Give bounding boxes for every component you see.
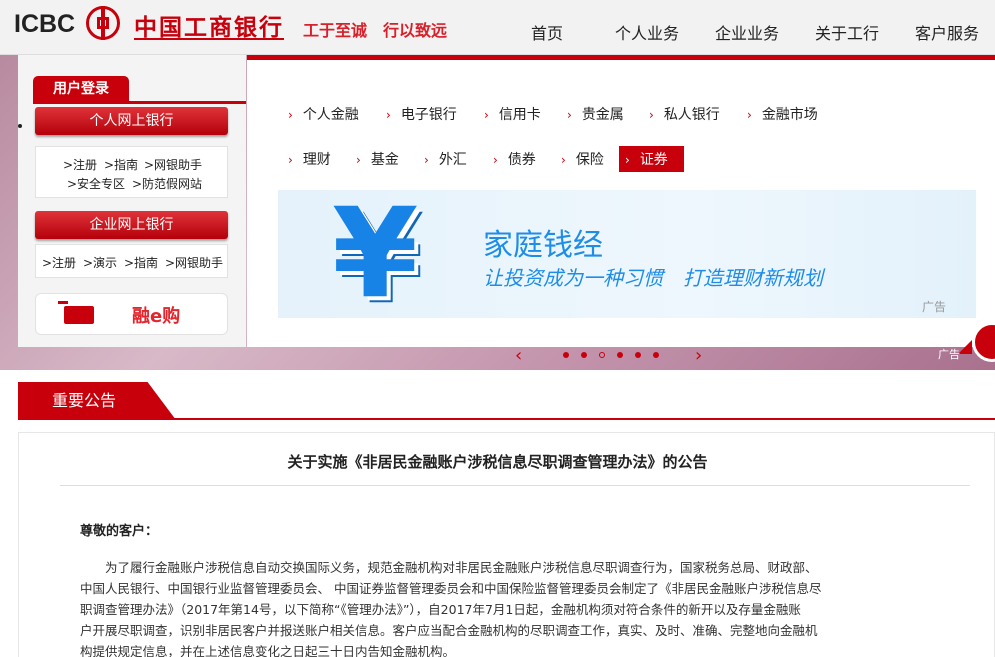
cart-wheel-icon: [68, 314, 73, 319]
personal-register-link[interactable]: >注册: [63, 156, 97, 173]
subnav-label: 外汇: [438, 152, 467, 168]
cart-wheel-icon: [86, 314, 91, 319]
chevron-right-icon: ›: [649, 108, 654, 122]
subnav-label: 电子银行: [400, 107, 457, 123]
notice-body-line: 户开展尽职调查，识别非居民客户并报送账户相关信息。客户应当配合金融机构的尽职调查…: [80, 623, 818, 638]
notice-divider: [60, 485, 970, 486]
chevron-right-icon: ›: [493, 153, 498, 167]
subnav-label: 证券: [639, 152, 668, 168]
subnav-label: 贵金属: [581, 107, 624, 123]
chevron-right-icon: ›: [561, 153, 566, 167]
anti-phishing-link[interactable]: >防范假网站: [132, 175, 202, 192]
chevron-right-icon: ›: [625, 153, 630, 167]
subnav-wealth-mgmt[interactable]: › 理财: [288, 149, 331, 169]
nav-about[interactable]: 关于工行: [815, 20, 879, 44]
carousel-dot[interactable]: [617, 352, 623, 358]
chevron-right-icon: ›: [386, 108, 391, 122]
subnav-label: 债券: [507, 152, 536, 168]
personal-links-box: >注册 >指南 >网银助手 >安全专区 >防范假网站: [35, 146, 228, 198]
chevron-right-icon: ›: [288, 153, 293, 167]
subnav-label: 信用卡: [498, 107, 541, 123]
personal-guide-link[interactable]: >指南: [104, 156, 138, 173]
security-zone-link[interactable]: >安全专区: [67, 175, 125, 192]
bullet-dot: [18, 124, 22, 128]
nav-corporate[interactable]: 企业业务: [715, 20, 779, 44]
notice-body-line: 为了履行金融账户涉税信息自动交换国际义务，规范金融机构对非居民金融账户涉税信息尽…: [80, 560, 818, 575]
subnav-financial-markets[interactable]: › 金融市场: [747, 104, 818, 124]
subnav-label: 基金: [370, 152, 399, 168]
carousel-dot[interactable]: [581, 352, 587, 358]
ebuy-label: 融e购: [132, 306, 181, 327]
notice-body-line: 构提供规定信息，并在上述信息变化之日起三十日内告知金融机构。: [80, 644, 456, 657]
corporate-assistant-link[interactable]: >网银助手: [165, 254, 223, 271]
subnav-label: 个人金融: [302, 107, 359, 123]
corporate-register-link[interactable]: >注册: [42, 254, 76, 271]
subnav-precious-metals[interactable]: › 贵金属: [567, 104, 624, 124]
notice-greeting: 尊敬的客户：: [80, 524, 159, 539]
yen-symbol-icon: ¥: [332, 190, 419, 318]
subnav-insurance[interactable]: › 保险: [561, 149, 604, 169]
carousel-next-icon[interactable]: ›: [695, 345, 702, 366]
subnav-ebanking[interactable]: › 电子银行: [386, 104, 457, 124]
nav-home[interactable]: 首页: [531, 20, 563, 44]
personal-assistant-link[interactable]: >网银助手: [144, 156, 202, 173]
subnav-label: 理财: [302, 152, 331, 168]
chevron-right-icon: ›: [484, 108, 489, 122]
subnav-securities[interactable]: › 证券: [619, 146, 684, 172]
login-tab[interactable]: 用户登录: [33, 76, 129, 102]
promo-title: 家庭钱经: [483, 228, 603, 263]
corporate-ebank-button[interactable]: 企业网上银行: [35, 211, 228, 239]
chevron-right-icon: ›: [424, 153, 429, 167]
subnav-credit-card[interactable]: › 信用卡: [484, 104, 541, 124]
subnav-label: 私人银行: [663, 107, 720, 123]
carousel-dot[interactable]: [635, 352, 641, 358]
slogan: 工于至诚 行以致远: [303, 21, 448, 40]
corporate-links-box: >注册 >演示 >指南 >网银助手: [35, 244, 228, 278]
bank-name[interactable]: 中国工商银行: [134, 8, 284, 42]
bank-name-underline: [134, 38, 284, 40]
subnav-private-banking[interactable]: › 私人银行: [649, 104, 720, 124]
ebuy-button[interactable]: 融e购: [35, 293, 228, 335]
floating-badge-flap: [958, 340, 972, 354]
promo-banner[interactable]: ¥ 家庭钱经 让投资成为一种习惯 打造理财新规划 广告: [278, 190, 976, 318]
notice-body-line: 中国人民银行、中国银行业监督管理委员会、 中国证券监督管理委员会和中国保险监督管…: [80, 581, 822, 596]
carousel-dot[interactable]: [563, 352, 569, 358]
carousel-prev-icon[interactable]: ‹: [515, 345, 522, 366]
subnav-funds[interactable]: › 基金: [356, 149, 399, 169]
icbc-logo-text[interactable]: ICBC: [14, 10, 75, 39]
nav-service[interactable]: 客户服务: [915, 20, 979, 44]
nav-personal[interactable]: 个人业务: [615, 20, 679, 44]
login-tab-underline: [33, 101, 246, 104]
corporate-guide-link[interactable]: >指南: [124, 254, 158, 271]
subnav-bonds[interactable]: › 债券: [493, 149, 536, 169]
carousel-dot-active[interactable]: [599, 352, 605, 358]
chevron-right-icon: ›: [747, 108, 752, 122]
chevron-right-icon: ›: [288, 108, 293, 122]
chevron-right-icon: ›: [567, 108, 572, 122]
notice-title: 关于实施《非居民金融账户涉税信息尽职调查管理办法》的公告: [287, 453, 708, 471]
edge-ad-label: 广告: [938, 348, 960, 361]
carousel-dot[interactable]: [653, 352, 659, 358]
notice-body-line: 职调查管理办法》（2017年第14号，以下简称“《管理办法》”），自2017年7…: [80, 602, 801, 617]
subnav-forex[interactable]: › 外汇: [424, 149, 467, 169]
icbc-logo-icon[interactable]: [86, 6, 120, 40]
subnav-label: 金融市场: [761, 107, 818, 123]
subnav-label: 保险: [575, 152, 604, 168]
corporate-demo-link[interactable]: >演示: [83, 254, 117, 271]
promo-ad-label: 广告: [922, 300, 947, 314]
personal-ebank-button[interactable]: 个人网上银行: [35, 107, 228, 135]
chevron-right-icon: ›: [356, 153, 361, 167]
subnav-personal-finance[interactable]: › 个人金融: [288, 104, 359, 124]
category-panel-topline: [247, 55, 995, 60]
promo-subtitle: 让投资成为一种习惯 打造理财新规划: [483, 266, 823, 290]
